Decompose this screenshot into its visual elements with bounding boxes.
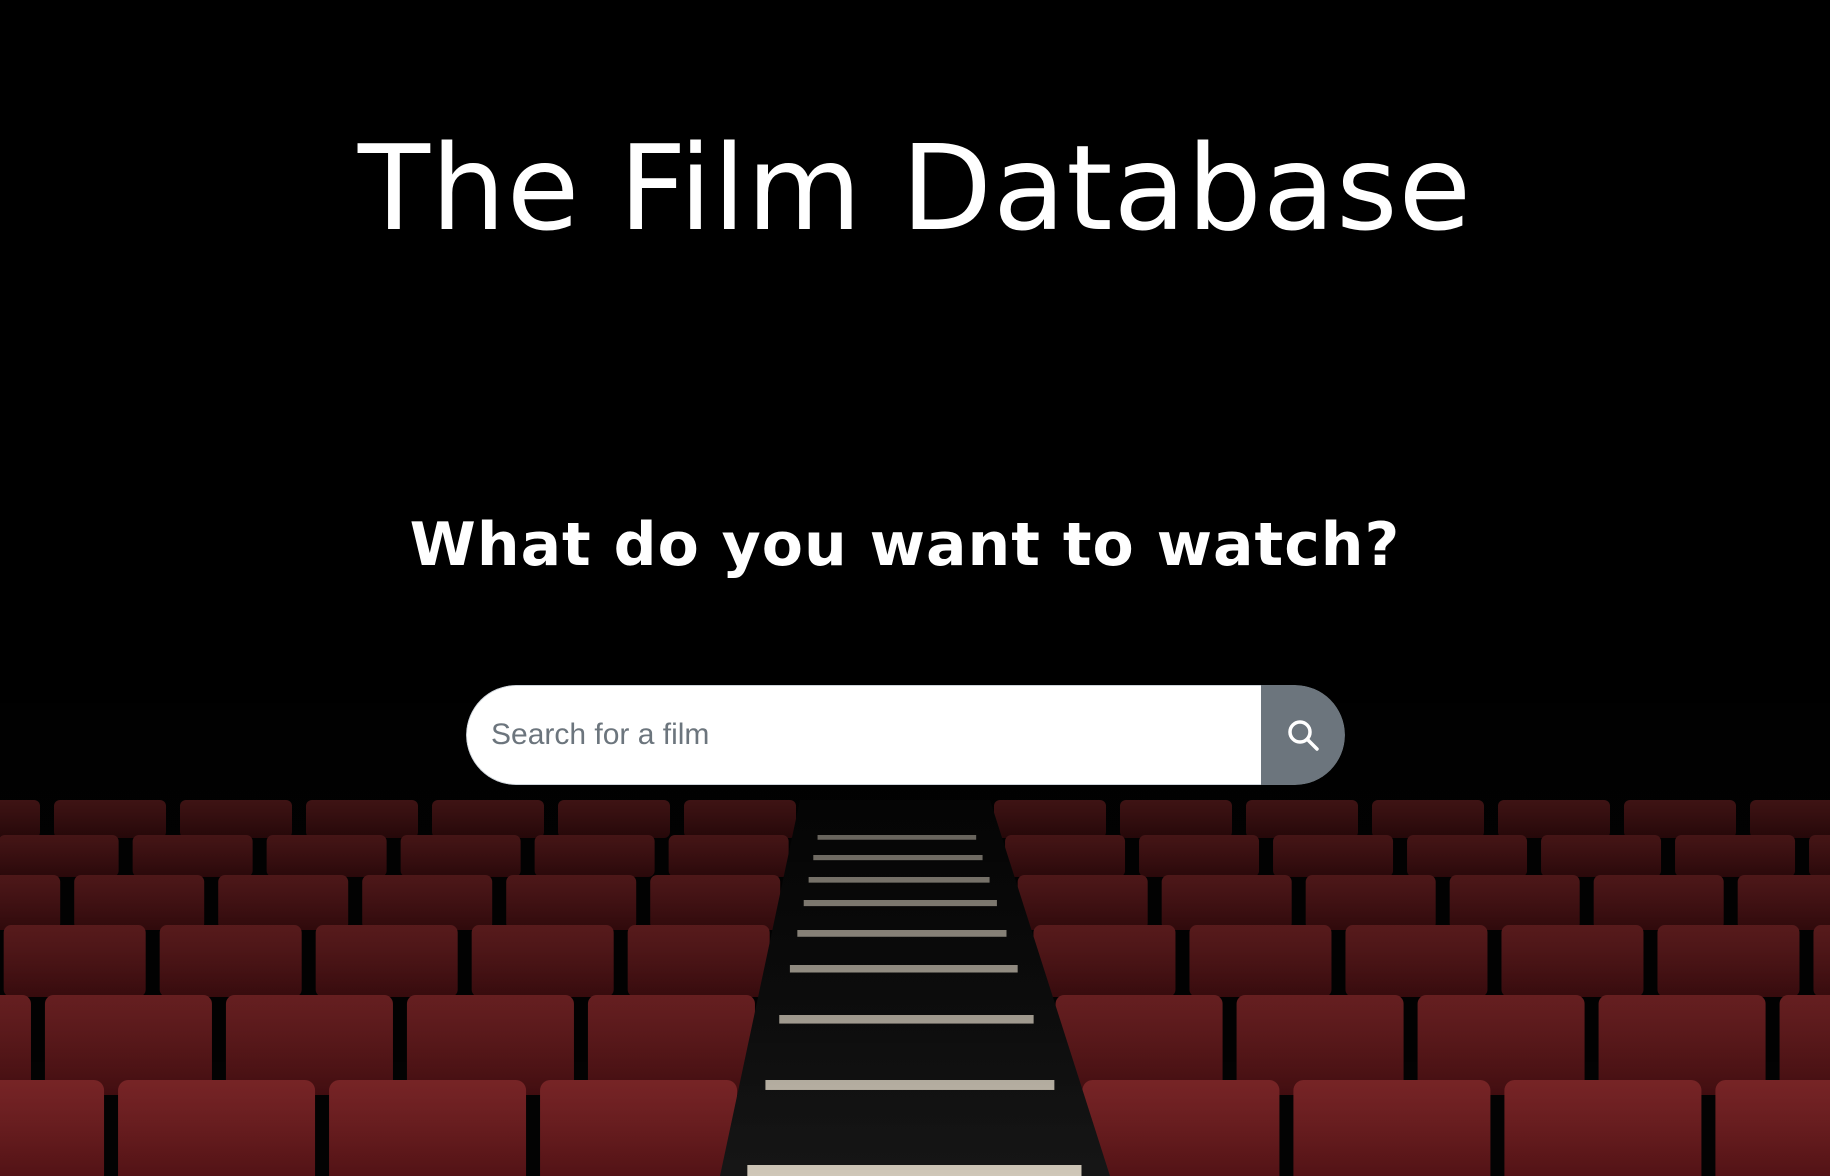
search-form bbox=[466, 685, 1345, 785]
search-input[interactable] bbox=[466, 685, 1261, 785]
search-prompt: What do you want to watch? bbox=[409, 510, 1401, 580]
hero-content: The Film Database What do you want to wa… bbox=[0, 0, 1830, 1176]
site-title: The Film Database bbox=[357, 119, 1473, 257]
page: The Film Database What do you want to wa… bbox=[0, 0, 1830, 1176]
search-button[interactable] bbox=[1261, 685, 1345, 785]
search-icon bbox=[1288, 720, 1319, 751]
